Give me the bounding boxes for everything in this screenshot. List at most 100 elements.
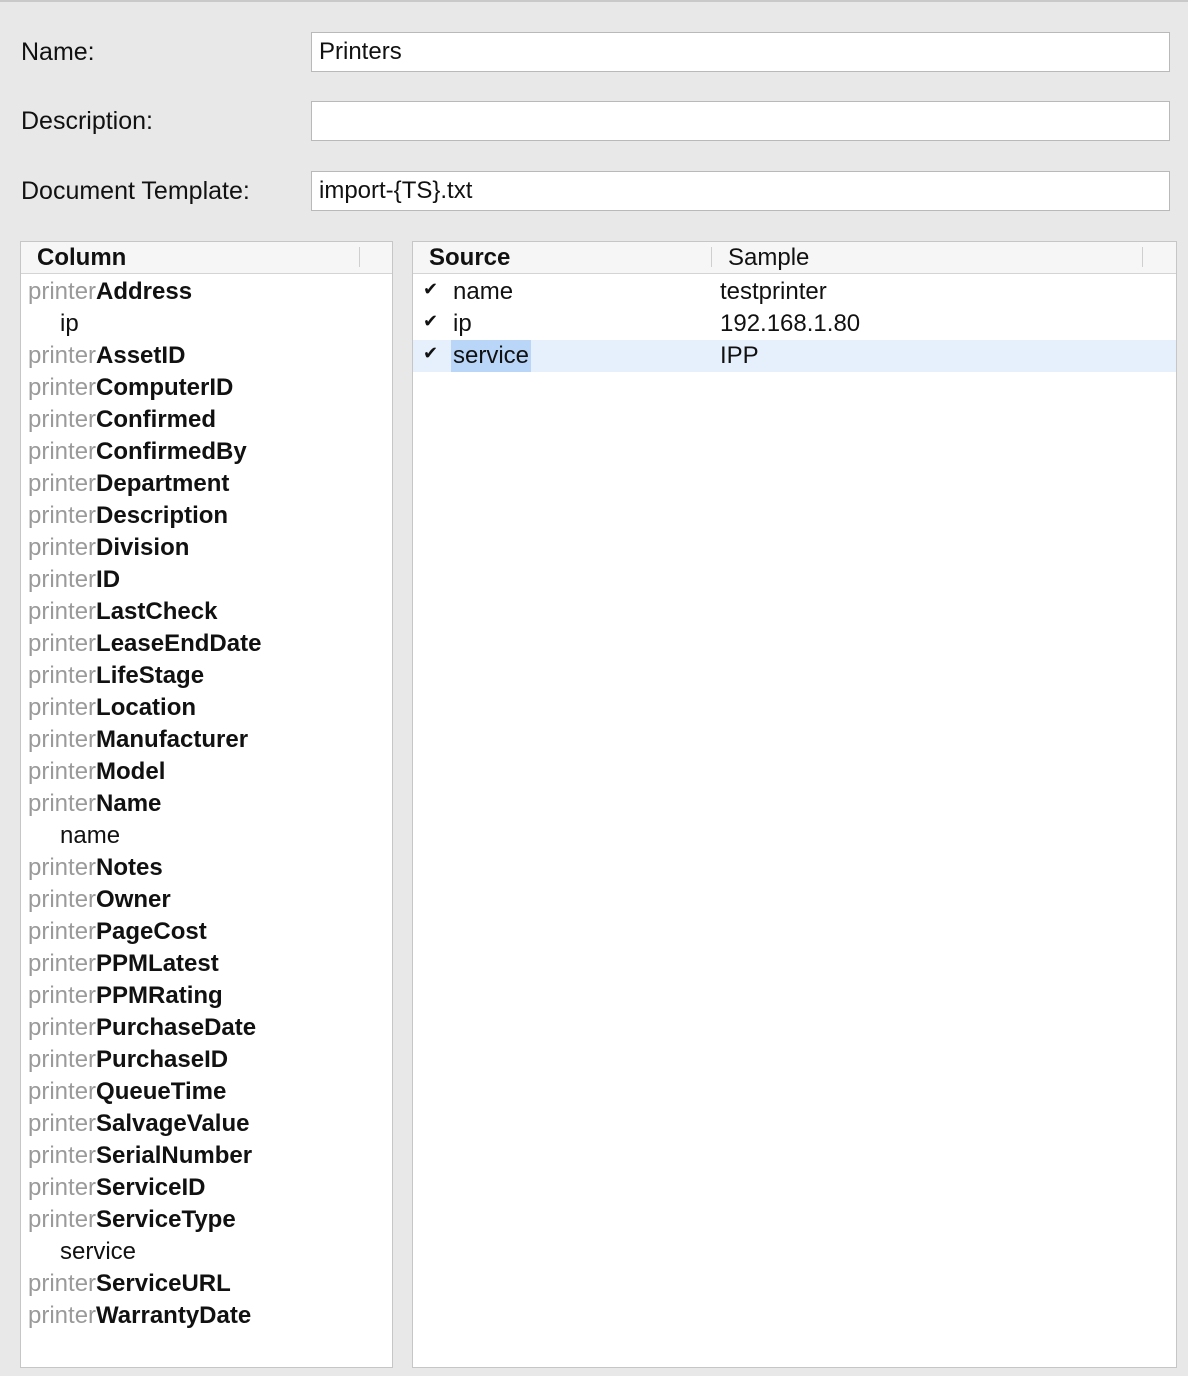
column-prefix: printer [28,342,97,369]
description-input[interactable] [311,101,1170,141]
column-prefix: printer [28,950,97,977]
column-row[interactable]: printerSerialNumber [21,1140,392,1172]
column-header[interactable]: Column [37,244,126,272]
column-row[interactable]: printerServiceID [21,1172,392,1204]
column-row[interactable]: printerDivision [21,532,392,564]
header-separator[interactable] [711,247,712,267]
source-row[interactable]: ✔ name testprinter [413,276,1176,308]
source-name: name [453,278,514,305]
column-field-name: PurchaseDate [96,1014,257,1041]
column-table-header: Column [21,242,392,274]
column-row[interactable]: printerNotes [21,852,392,884]
name-label: Name: [21,38,95,66]
column-field-name: LeaseEndDate [96,630,262,657]
column-field-name: WarrantyDate [96,1302,252,1329]
column-field-name: SalvageValue [96,1110,250,1137]
column-field-name: Confirmed [96,406,217,433]
template-row: Document Template: [0,171,1188,213]
column-table[interactable]: Column printerAddress ip printerAssetID pri… [20,241,393,1368]
column-row[interactable]: printerModel [21,756,392,788]
checkmark-icon[interactable]: ✔ [423,273,438,305]
column-row[interactable]: printerAddress [21,276,392,308]
column-prefix: printer [28,1270,97,1297]
template-input[interactable] [311,171,1170,211]
column-prefix: printer [28,566,97,593]
sample-header[interactable]: Sample [728,244,809,272]
source-table[interactable]: Source Sample ✔ name testprinter ✔ ip 192.168… [412,241,1177,1368]
column-row[interactable]: printerDescription [21,500,392,532]
column-prefix: printer [28,854,97,881]
column-prefix: printer [28,1110,97,1137]
name-input[interactable] [311,32,1170,72]
column-prefix: printer [28,502,97,529]
column-field-name: ComputerID [96,374,234,401]
column-row[interactable]: printerID [21,564,392,596]
source-sample: IPP [720,342,759,369]
column-prefix: printer [28,406,97,433]
column-prefix: printer [28,886,97,913]
source-list: ✔ name testprinter ✔ ip 192.168.1.80 ✔ service I… [413,276,1176,372]
column-prefix: printer [28,726,97,753]
column-field-name: LifeStage [96,662,205,689]
column-row[interactable]: printerPurchaseDate [21,1012,392,1044]
source-sample: testprinter [720,278,827,305]
description-row: Description: [0,101,1188,143]
column-field-name: ConfirmedBy [96,438,247,465]
source-name: service [451,340,532,372]
column-prefix: printer [28,982,97,1009]
source-row[interactable]: ✔ ip 192.168.1.80 [413,308,1176,340]
checkmark-icon[interactable]: ✔ [423,305,438,337]
column-mapped-source[interactable]: ip [21,308,392,340]
column-row[interactable]: printerPPMLatest [21,948,392,980]
column-row[interactable]: printerWarrantyDate [21,1300,392,1332]
column-row[interactable]: printerPPMRating [21,980,392,1012]
column-row[interactable]: printerServiceType [21,1204,392,1236]
column-row[interactable]: printerQueueTime [21,1076,392,1108]
column-field-name: ID [96,566,121,593]
column-prefix: printer [28,1302,97,1329]
column-field-name: PPMRating [96,982,223,1009]
column-row[interactable]: printerConfirmedBy [21,436,392,468]
column-field-name: Name [96,790,162,817]
column-prefix: printer [28,694,97,721]
source-name: ip [453,310,472,337]
column-prefix: printer [28,1206,97,1233]
column-prefix: printer [28,1174,97,1201]
column-row[interactable]: printerLocation [21,692,392,724]
column-row[interactable]: printerPurchaseID [21,1044,392,1076]
column-row[interactable]: printerLastCheck [21,596,392,628]
column-row[interactable]: printerAssetID [21,340,392,372]
column-field-name: SerialNumber [96,1142,253,1169]
column-field-name: Model [96,758,166,785]
column-prefix: printer [28,534,97,561]
column-field-name: Manufacturer [96,726,249,753]
column-prefix: printer [28,1046,97,1073]
column-row[interactable]: printerLeaseEndDate [21,628,392,660]
source-table-header: Source Sample [413,242,1176,274]
column-prefix: printer [28,470,97,497]
source-sample: 192.168.1.80 [720,310,861,337]
source-row[interactable]: ✔ service IPP [413,340,1176,372]
column-field-name: ServiceType [96,1206,236,1233]
source-header[interactable]: Source [429,244,510,272]
header-separator[interactable] [359,247,360,267]
column-row[interactable]: printerServiceURL [21,1268,392,1300]
column-row[interactable]: printerOwner [21,884,392,916]
column-field-name: LastCheck [96,598,218,625]
column-mapped-source[interactable]: service [21,1236,392,1268]
column-row[interactable]: printerConfirmed [21,404,392,436]
column-row[interactable]: printerPageCost [21,916,392,948]
column-row[interactable]: printerName [21,788,392,820]
column-field-name: PurchaseID [96,1046,229,1073]
column-row[interactable]: printerLifeStage [21,660,392,692]
column-row[interactable]: printerSalvageValue [21,1108,392,1140]
column-row[interactable]: printerComputerID [21,372,392,404]
column-mapped-source[interactable]: name [21,820,392,852]
column-row[interactable]: printerManufacturer [21,724,392,756]
column-field-name: Owner [96,886,171,913]
header-separator[interactable] [1142,247,1143,267]
checkmark-icon[interactable]: ✔ [423,337,438,369]
column-row[interactable]: printerDepartment [21,468,392,500]
column-field-name: PageCost [96,918,207,945]
column-field-name: Description [96,502,229,529]
